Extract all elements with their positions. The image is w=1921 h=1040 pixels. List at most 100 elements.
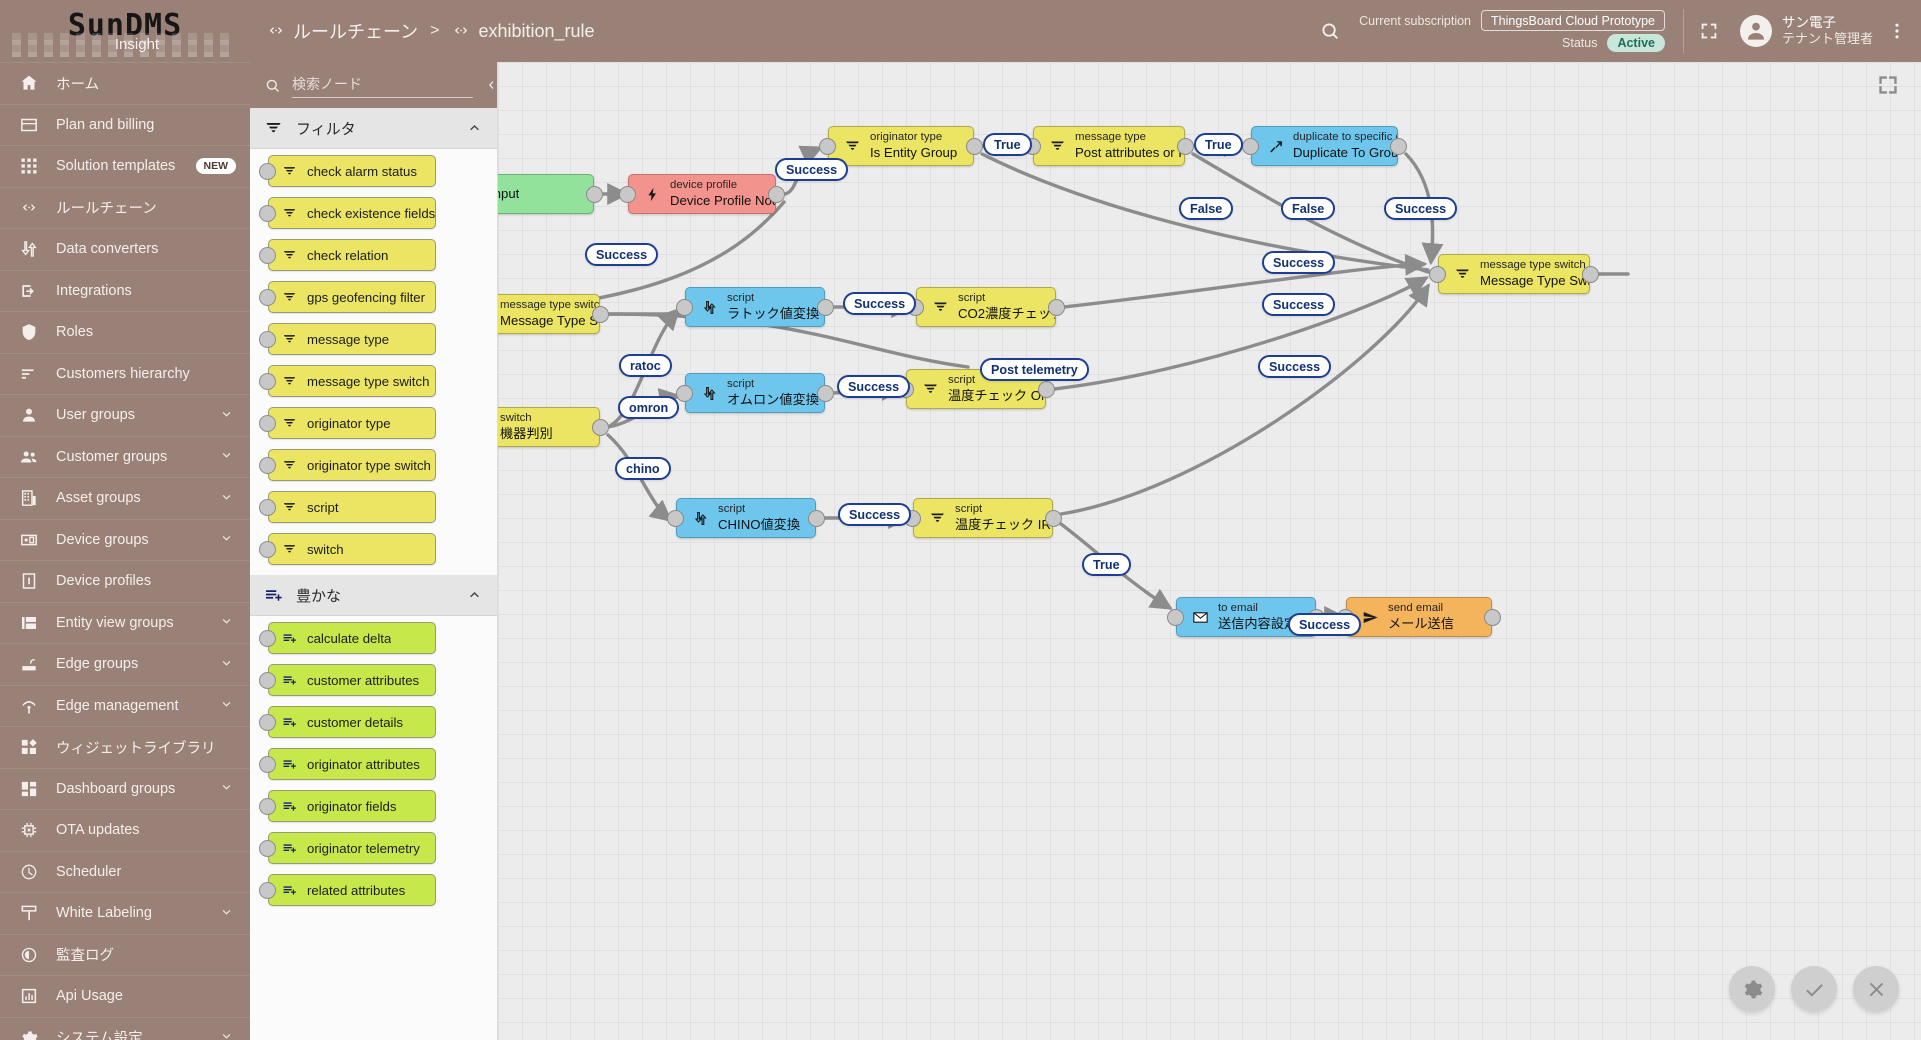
palette-group-header-0[interactable]: フィルタ	[250, 108, 497, 149]
flow-node-mtsw[interactable]: message type switchMessage Type Switch	[498, 294, 600, 334]
edge-label[interactable]: True	[983, 133, 1032, 156]
palette-node[interactable]: customer attributes	[259, 664, 436, 696]
node-output-port[interactable]	[1177, 137, 1194, 155]
sidebar-item-5[interactable]: Integrations	[0, 269, 250, 312]
node-output-port[interactable]	[768, 185, 785, 203]
edge-label[interactable]: Success	[837, 375, 911, 398]
edge-label[interactable]: Post telemetry	[980, 358, 1089, 381]
sidebar-item-22[interactable]: Api Usage	[0, 975, 250, 1017]
search-icon[interactable]	[1307, 20, 1353, 42]
node-output-port[interactable]	[1582, 265, 1599, 283]
palette-node[interactable]: switch	[259, 533, 436, 565]
sidebar-item-1[interactable]: Plan and billing	[0, 103, 250, 146]
palette-node[interactable]: originator telemetry	[259, 832, 436, 864]
palette-node[interactable]: originator attributes	[259, 748, 436, 780]
sidebar-item-23[interactable]: システム設定	[0, 1016, 250, 1040]
palette-node[interactable]: gps geofencing filter	[259, 281, 436, 313]
node-port[interactable]	[259, 756, 276, 773]
edge-label[interactable]: True	[1082, 553, 1131, 576]
discard-changes-button[interactable]	[1853, 966, 1899, 1012]
edge-label[interactable]: Success	[1288, 613, 1362, 636]
node-input-port[interactable]	[1429, 265, 1446, 283]
node-port[interactable]	[259, 840, 276, 857]
chevron-down-icon[interactable]	[219, 530, 234, 549]
node-port[interactable]	[259, 163, 276, 180]
chevron-down-icon[interactable]	[219, 489, 234, 508]
node-output-port[interactable]	[592, 418, 609, 436]
sidebar-item-6[interactable]: Roles	[0, 311, 250, 353]
node-output-port[interactable]	[1048, 298, 1065, 316]
search-input[interactable]	[292, 72, 473, 98]
edge-label[interactable]: ratoc	[619, 354, 672, 377]
subscription-value[interactable]: ThingsBoard Cloud Prototype	[1481, 10, 1665, 31]
node-input-port[interactable]	[676, 384, 693, 402]
node-output-port[interactable]	[592, 305, 609, 323]
node-output-port[interactable]	[1045, 509, 1062, 527]
chevron-down-icon[interactable]	[219, 1028, 234, 1040]
sidebar-item-11[interactable]: Device groups	[0, 518, 250, 561]
edge-label[interactable]: False	[1281, 197, 1336, 220]
sidebar-item-2[interactable]: Solution templates NEW	[0, 145, 250, 187]
edge-label[interactable]: Success	[1258, 355, 1332, 378]
palette-node[interactable]: customer details	[259, 706, 436, 738]
flow-node-origtype[interactable]: originator type Is Entity Group	[828, 126, 974, 166]
node-port[interactable]	[259, 457, 276, 474]
edge-label[interactable]: False	[1179, 197, 1234, 220]
palette-node[interactable]: calculate delta	[259, 622, 436, 654]
sidebar-item-13[interactable]: Entity view groups	[0, 601, 250, 644]
sidebar-item-12[interactable]: Device profiles	[0, 560, 250, 602]
flow-node-omron[interactable]: script オムロン値変換	[685, 373, 825, 413]
node-output-port[interactable]	[966, 137, 983, 155]
brand-logo-block[interactable]: SunDMS Insight	[0, 0, 250, 62]
breadcrumb-root[interactable]: ルールチェーン	[293, 18, 418, 44]
flow-node-co2[interactable]: scriptCO2濃度チェック RA…	[916, 287, 1056, 327]
palette-node[interactable]: check relation	[259, 239, 436, 271]
node-output-port[interactable]	[817, 384, 834, 402]
node-port[interactable]	[259, 499, 276, 516]
palette-node[interactable]: script	[259, 491, 436, 523]
chevron-down-icon[interactable]	[219, 613, 234, 632]
breadcrumb-current[interactable]: exhibition_rule	[478, 21, 594, 42]
node-port[interactable]	[259, 714, 276, 731]
palette-node[interactable]: message type	[259, 323, 436, 355]
chevron-down-icon[interactable]	[219, 904, 234, 923]
palette-node[interactable]: check existence fields	[259, 197, 436, 229]
node-output-port[interactable]	[808, 509, 825, 527]
flow-node-dup[interactable]: duplicate to specific g…Duplicate To Gro…	[1251, 126, 1398, 166]
flow-node-input[interactable]: Input	[498, 174, 594, 214]
palette-node[interactable]: originator fields	[259, 790, 436, 822]
chevron-up-icon[interactable]	[466, 120, 483, 137]
canvas-fullscreen-icon[interactable]	[1875, 72, 1901, 98]
flow-node-devprof[interactable]: device profile Device Profile Node	[628, 174, 776, 214]
edge-label[interactable]: True	[1194, 133, 1243, 156]
edge-label[interactable]: Success	[585, 243, 659, 266]
edge-label[interactable]: chino	[615, 457, 671, 480]
palette-group-header-1[interactable]: 豊かな	[250, 575, 497, 616]
sidebar-item-21[interactable]: 監査ログ	[0, 933, 250, 976]
flow-node-irtb[interactable]: script温度チェック IR-TB	[913, 498, 1053, 538]
node-port[interactable]	[259, 672, 276, 689]
sidebar-item-20[interactable]: White Labeling	[0, 892, 250, 934]
sidebar-item-4[interactable]: Data converters	[0, 228, 250, 270]
sidebar-item-0[interactable]: ホーム	[0, 62, 250, 104]
node-port[interactable]	[259, 798, 276, 815]
node-input-port[interactable]	[619, 185, 636, 203]
node-port[interactable]	[259, 289, 276, 306]
chevron-down-icon[interactable]	[219, 447, 234, 466]
apply-changes-button[interactable]	[1791, 966, 1837, 1012]
sidebar-item-14[interactable]: Edge groups	[0, 643, 250, 685]
flow-node-ratoc[interactable]: script ラトック値変換	[685, 287, 825, 327]
node-output-port[interactable]	[817, 298, 834, 316]
node-port[interactable]	[259, 373, 276, 390]
edge-label[interactable]: Success	[1262, 293, 1336, 316]
edge-label[interactable]: Success	[838, 503, 912, 526]
chevron-up-icon[interactable]	[466, 587, 483, 604]
edge-label[interactable]: Success	[1262, 251, 1336, 274]
sidebar-item-15[interactable]: Edge management	[0, 684, 250, 727]
flow-node-msgtype[interactable]: message typePost attributes or RP…	[1033, 126, 1185, 166]
sidebar-item-19[interactable]: Scheduler	[0, 850, 250, 893]
fullscreen-icon[interactable]	[1684, 20, 1734, 42]
chevron-down-icon[interactable]	[219, 655, 234, 674]
chevron-down-icon[interactable]	[219, 406, 234, 425]
rulechain-canvas[interactable]: Input device profileDevice Profile Node or…	[498, 62, 1921, 1040]
